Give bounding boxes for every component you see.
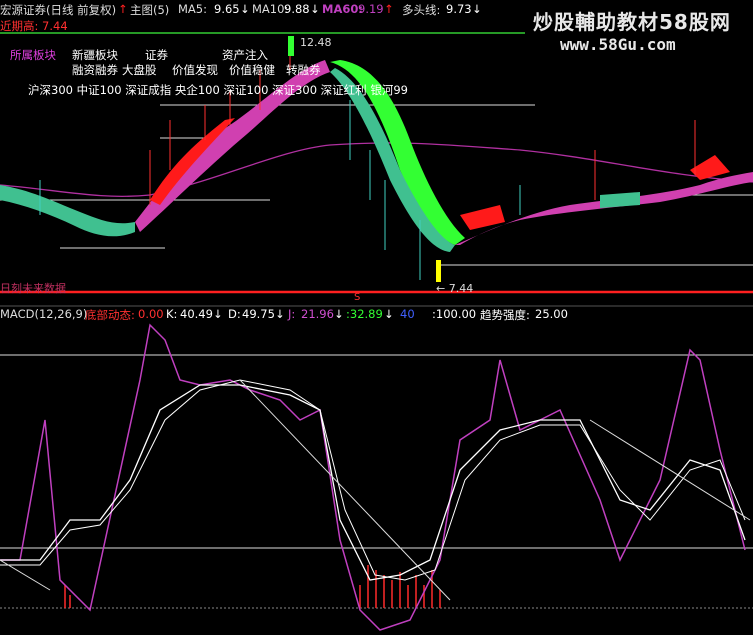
arrow-down-icon: ↓ — [334, 307, 344, 321]
arrow-down-icon: ↓ — [384, 307, 394, 321]
arrow-down-icon: ↓ — [275, 307, 285, 321]
ma10-label: MA10: — [252, 2, 289, 16]
arrow-down-icon: ↓ — [472, 2, 482, 16]
ma5-value: 9.65 — [214, 2, 240, 16]
sector-tag[interactable]: 大盘股 — [122, 62, 157, 78]
k-value: 40.49 — [180, 307, 213, 321]
future-data-label: 日刻未来数据 — [0, 282, 66, 295]
arrow-down-icon: ↓ — [240, 2, 250, 16]
sector-tag[interactable]: 融资融券 — [72, 62, 118, 78]
bottom-dynamic-value: 0.00 — [138, 307, 164, 321]
duotou-value: 9.73 — [446, 2, 472, 16]
sector-tag[interactable]: 价值发现 — [172, 62, 218, 78]
arrow-up-icon: ↑ — [118, 2, 128, 16]
price-low-label: ← 7.44 — [436, 282, 474, 295]
ma10-value: 9.88 — [284, 2, 310, 16]
sell-marker: S — [354, 292, 361, 303]
sector-tag[interactable]: 转融券 — [286, 62, 321, 78]
arrow-down-icon: ↓ — [213, 307, 223, 321]
ma60-value: 9.19 — [358, 2, 384, 16]
indicator-header: MACD(12,26,9) 底部动态: 0.00 K: 40.49 ↓ D: 4… — [0, 307, 753, 323]
sector-tag[interactable]: 新疆板块 — [72, 47, 118, 63]
stock-title: 宏源证券(日线 前复权) — [0, 3, 117, 17]
arrow-down-icon: ↓ — [310, 2, 320, 16]
green-value: :32.89 — [346, 307, 383, 321]
sector-label: 所属板块 — [10, 48, 56, 62]
watermark-title: 炒股輔助教材58股网 — [533, 10, 731, 34]
trend-strength-label: 趋势强度: — [480, 308, 530, 322]
trend-strength-value: 25.00 — [535, 307, 568, 321]
ma60-label: MA60: — [322, 2, 363, 16]
sector-tag[interactable]: 证券 — [145, 47, 168, 63]
bottom-dynamic-label: 底部动态: — [85, 308, 135, 322]
macd-label[interactable]: MACD(12,26,9) — [0, 307, 87, 321]
k-label: K: — [166, 307, 178, 321]
recent-high-label: 近期高: 7.44 — [0, 19, 68, 33]
level-value: :100.00 — [432, 307, 477, 321]
blue-value: 40 — [400, 307, 415, 321]
duotou-label: 多头线: — [402, 3, 441, 17]
sector-tag[interactable]: 资产注入 — [222, 47, 268, 63]
d-value: 49.75 — [242, 307, 275, 321]
watermark-url: www.58Gu.com — [560, 35, 676, 54]
ma5-label: MA5: — [178, 2, 207, 16]
main-indicator-label[interactable]: 主图(5) — [130, 2, 169, 18]
d-label: D: — [228, 307, 241, 321]
j-label: J: — [288, 307, 296, 321]
index-list: 沪深300 中证100 深证成指 央企100 深证100 深证300 深证红利 … — [28, 83, 408, 97]
price-high-label: 12.48 — [300, 36, 332, 49]
arrow-up-icon: ↑ — [384, 2, 394, 16]
j-value: 21.96 — [301, 307, 334, 321]
sector-tag[interactable]: 价值稳健 — [229, 62, 275, 78]
